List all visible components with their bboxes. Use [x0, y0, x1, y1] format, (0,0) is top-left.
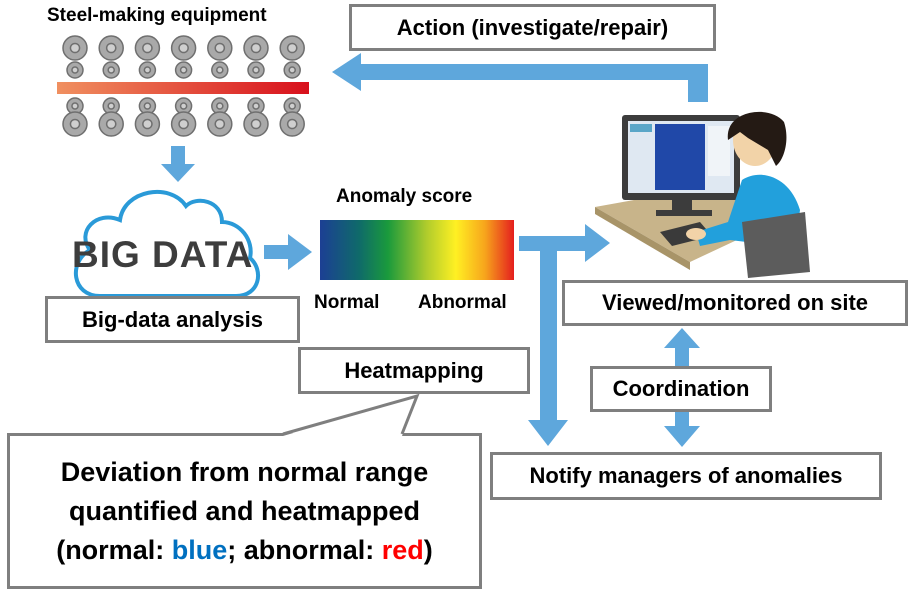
t-arrow-to-monitor-and-notify [519, 224, 610, 446]
operator-at-computer-icon [595, 111, 810, 278]
action-arrow [332, 53, 708, 102]
roller-hub [143, 102, 152, 110]
abnormal-label: Abnormal [418, 292, 507, 313]
equipment-title: Steel-making equipment [47, 5, 267, 26]
roller-hub [107, 102, 115, 110]
callout-red-word: red [381, 534, 424, 565]
roller-hub [142, 42, 153, 54]
down-arrow-to-bigdata [161, 146, 195, 182]
roller-hub [214, 118, 226, 130]
roller-hub [143, 66, 152, 74]
notify-managers-label: Notify managers of anomalies [529, 463, 843, 488]
callout-line-3: (normal: blue; abnormal: red) [56, 531, 433, 570]
anomaly-score-bar [320, 220, 514, 280]
callout-line-2: quantified and heatmapped [68, 495, 421, 526]
roller-hub [179, 102, 188, 110]
roller-hub [214, 42, 226, 54]
steel-slab [57, 82, 309, 94]
viewed-monitored-label: Viewed/monitored on site [601, 290, 869, 315]
roller-hub [179, 66, 188, 74]
heatmapping-box: Heatmapping [298, 347, 530, 394]
roller-hub [288, 102, 296, 110]
callout-line-3-suffix: ) [423, 534, 433, 565]
roller-hub [216, 102, 224, 110]
roller-hub [105, 118, 117, 130]
viewed-monitored-box: Viewed/monitored on site [562, 280, 908, 326]
roller-hub [286, 42, 298, 54]
roller-hub [178, 118, 189, 130]
callout-line-3-prefix: (normal: [56, 534, 172, 565]
callout-line-3-mid: ; abnormal: [227, 534, 382, 565]
roller-hub [216, 66, 224, 74]
anomaly-score-title: Anomaly score [336, 186, 473, 207]
roller-hub [250, 42, 262, 54]
roller-hub [71, 102, 79, 110]
callout-blue-word: blue [171, 534, 228, 565]
roller-hub [69, 42, 81, 54]
roller-hub [142, 118, 153, 130]
roller-hub [286, 118, 298, 130]
callout-line-1: Deviation from normal range [60, 456, 429, 487]
roller-hub [288, 66, 296, 74]
coordination-box: Coordination [590, 366, 772, 412]
cloud-text: BIG DATA [72, 234, 254, 275]
bigdata-analysis-label: Big-data analysis [82, 306, 263, 332]
bigdata-analysis-box: Big-data analysis [45, 296, 300, 343]
coordination-label: Coordination [612, 376, 750, 401]
roller-hub [252, 102, 260, 110]
roller-hub [107, 66, 115, 74]
roller-hub [105, 42, 117, 54]
roller-hub [69, 118, 81, 130]
callout-box: Deviation from normal range quantified a… [7, 433, 482, 589]
arrow-to-anomaly-score [264, 234, 312, 270]
roller-hub [250, 118, 262, 130]
heatmapping-label: Heatmapping [344, 357, 484, 383]
action-label: Action (investigate/repair) [396, 14, 669, 40]
roller-hub [71, 66, 79, 74]
roller-hub [178, 42, 189, 54]
action-box: Action (investigate/repair) [349, 4, 716, 51]
notify-managers-box: Notify managers of anomalies [490, 452, 882, 500]
normal-label: Normal [314, 292, 380, 313]
roller-hub [252, 66, 260, 74]
